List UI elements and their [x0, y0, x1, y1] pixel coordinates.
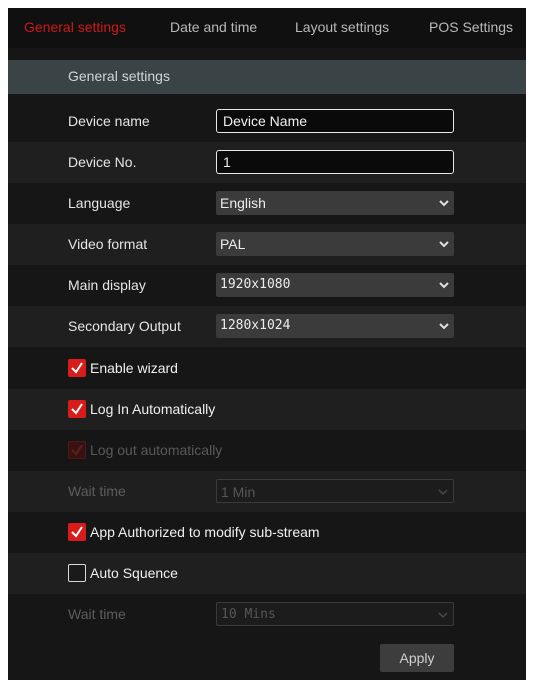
row-enable-wizard: Enable wizard	[8, 348, 526, 389]
main-display-select[interactable]: 1920x1080	[216, 273, 454, 297]
app-authorized-checkbox[interactable]	[68, 523, 86, 541]
chevron-down-icon	[439, 200, 449, 207]
log-out-automatically-label: Log out automatically	[90, 442, 223, 458]
apply-button[interactable]: Apply	[380, 644, 454, 672]
language-label: Language	[68, 195, 131, 211]
row-log-in-automatically: Log In Automatically	[8, 389, 526, 430]
row-video-format: Video format PAL	[8, 224, 526, 265]
language-select[interactable]: English	[216, 191, 454, 215]
tab-general-settings[interactable]: General settings	[24, 19, 126, 35]
video-format-value: PAL	[220, 236, 246, 252]
tab-bar: General settings Date and time Layout se…	[8, 8, 526, 48]
row-wait-time-logout: Wait time 1 Min	[8, 471, 526, 512]
secondary-output-select[interactable]: 1280x1024	[216, 314, 454, 338]
row-language: Language English	[8, 183, 526, 224]
checkmark-icon	[71, 403, 83, 415]
video-format-select[interactable]: PAL	[216, 232, 454, 256]
row-device-no: Device No.	[8, 142, 526, 183]
row-log-out-automatically: Log out automatically	[8, 430, 526, 471]
auto-sequence-checkbox[interactable]	[68, 564, 86, 582]
chevron-down-icon	[438, 489, 448, 496]
wait-time-value: 10 Mins	[221, 607, 276, 622]
secondary-output-value: 1280x1024	[220, 318, 291, 333]
enable-wizard-label[interactable]: Enable wizard	[90, 360, 178, 376]
log-in-automatically-label[interactable]: Log In Automatically	[90, 401, 215, 417]
chevron-down-icon	[439, 282, 449, 289]
wait-time-label: Wait time	[68, 606, 126, 622]
device-name-input[interactable]	[216, 109, 454, 133]
wait-time-select: 10 Mins	[216, 602, 454, 626]
device-name-label: Device name	[68, 113, 150, 129]
row-secondary-output: Secondary Output 1280x1024	[8, 306, 526, 347]
language-value: English	[220, 195, 266, 211]
section-title: General settings	[68, 68, 170, 84]
chevron-down-icon	[438, 612, 448, 619]
row-wait-time-sequence: Wait time 10 Mins	[8, 594, 526, 635]
app-authorized-label[interactable]: App Authorized to modify sub-stream	[90, 524, 320, 540]
log-out-automatically-checkbox	[68, 441, 86, 459]
wait-time-label: Wait time	[68, 483, 126, 499]
tab-layout-settings[interactable]: Layout settings	[295, 19, 389, 35]
enable-wizard-checkbox[interactable]	[68, 359, 86, 377]
wait-time-select: 1 Min	[216, 479, 454, 503]
section-header: General settings	[8, 60, 526, 94]
settings-panel: General settings Date and time Layout se…	[8, 8, 526, 680]
chevron-down-icon	[439, 323, 449, 330]
row-app-authorized: App Authorized to modify sub-stream	[8, 512, 526, 553]
row-device-name: Device name	[8, 101, 526, 142]
auto-sequence-label[interactable]: Auto Squence	[90, 565, 178, 581]
chevron-down-icon	[439, 241, 449, 248]
checkmark-icon	[71, 362, 83, 374]
checkmark-icon	[71, 526, 83, 538]
row-auto-sequence: Auto Squence	[8, 553, 526, 594]
device-no-input[interactable]	[216, 150, 454, 174]
secondary-output-label: Secondary Output	[68, 318, 181, 334]
checkmark-icon	[71, 444, 83, 456]
device-no-label: Device No.	[68, 154, 137, 170]
main-display-label: Main display	[68, 277, 146, 293]
tab-date-and-time[interactable]: Date and time	[170, 19, 257, 35]
row-main-display: Main display 1920x1080	[8, 265, 526, 306]
main-display-value: 1920x1080	[220, 277, 291, 292]
video-format-label: Video format	[68, 236, 148, 252]
log-in-automatically-checkbox[interactable]	[68, 400, 86, 418]
tab-pos-settings[interactable]: POS Settings	[429, 19, 513, 35]
wait-time-value: 1 Min	[221, 484, 256, 500]
